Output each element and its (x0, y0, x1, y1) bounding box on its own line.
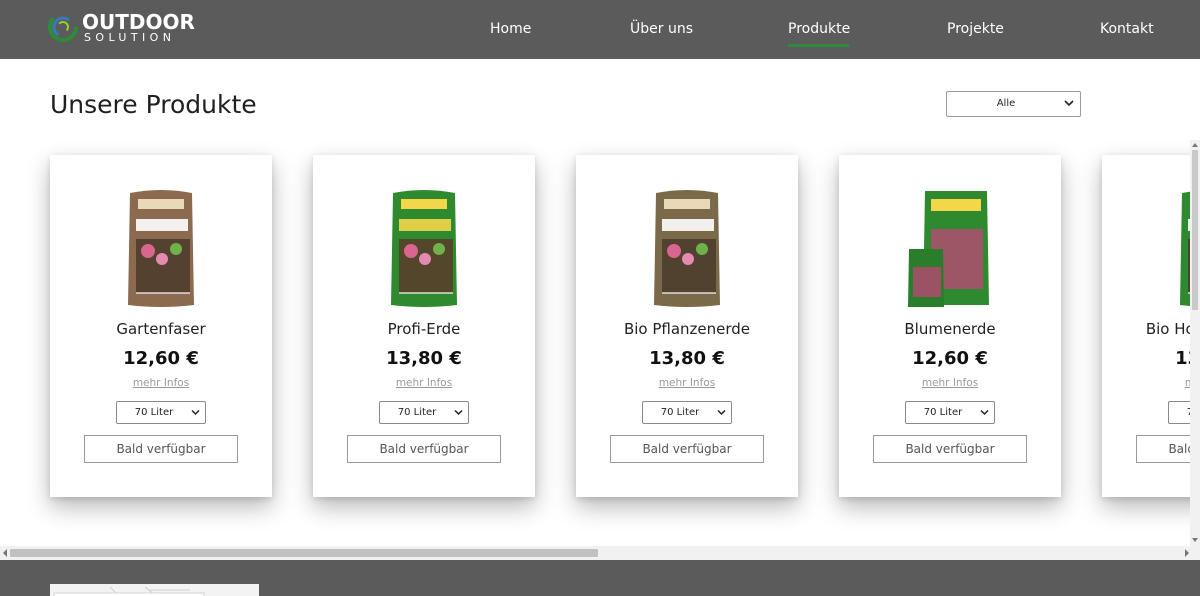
product-image (313, 189, 535, 309)
availability-button[interactable]: Bald verfügbar (873, 435, 1027, 463)
size-selected-value: 70 Liter (134, 407, 174, 418)
product-card: Bio Pflanzenerde 13,80 € mehr Infos 70 L… (576, 155, 798, 497)
more-info-link[interactable]: mehr Infos (839, 377, 1061, 389)
horizontal-scroll-thumb[interactable] (10, 549, 598, 557)
size-selected-value: 70 Liter (923, 407, 963, 418)
product-price: 12,60 € (912, 348, 988, 369)
product-card: Bio Hochbeeterde 13,80 € mehr Infos 70 L… (1102, 155, 1200, 497)
horizontal-scrollbar[interactable] (0, 546, 1200, 560)
product-price: 12,60 € (123, 348, 199, 369)
product-price: 13,80 € (649, 348, 725, 369)
product-name: Bio Hochbeeterde (1145, 320, 1200, 338)
chevron-down-icon (454, 409, 463, 416)
size-select[interactable]: 70 Liter (379, 401, 469, 424)
size-select[interactable]: 70 Liter (642, 401, 732, 424)
chevron-down-icon (717, 409, 726, 416)
map-roads-icon (53, 586, 205, 596)
availability-button[interactable]: Bald verfügbar (84, 435, 238, 463)
soil-bag-icon (1180, 190, 1200, 307)
product-name: Blumenerde (904, 320, 996, 338)
logo-text-solution: SOLUTION (84, 31, 176, 44)
vertical-scroll-thumb[interactable] (1192, 150, 1198, 310)
soil-bag-icon (908, 191, 989, 307)
filter-selected-value: Alle (996, 98, 1016, 109)
product-image (839, 189, 1061, 309)
soil-bag-icon (654, 190, 720, 307)
more-info-link[interactable]: mehr Infos (313, 377, 535, 389)
soil-bag-icon (128, 190, 194, 307)
availability-button[interactable]: Bald verfügbar (347, 435, 501, 463)
nav-produkte[interactable]: Produkte (788, 20, 850, 38)
more-info-link[interactable]: mehr Infos (50, 377, 272, 389)
site-footer (0, 560, 1200, 596)
product-card: Blumenerde 12,60 € mehr Infos 70 Liter B… (839, 155, 1061, 497)
product-image (1102, 189, 1200, 309)
nav-projekte[interactable]: Projekte (947, 20, 1004, 38)
product-card: Profi-Erde 13,80 € mehr Infos 70 Liter B… (313, 155, 535, 497)
chevron-down-icon (191, 409, 200, 416)
scroll-up-arrow-icon[interactable] (1192, 142, 1198, 148)
product-price: 13,80 € (1175, 348, 1200, 369)
product-name: Gartenfaser (116, 320, 206, 338)
scroll-right-arrow-icon[interactable] (1184, 549, 1190, 557)
product-image (50, 189, 272, 309)
chevron-down-icon (1064, 100, 1074, 107)
category-filter-select[interactable]: Alle (946, 91, 1081, 117)
nav-kontakt[interactable]: Kontakt (1100, 20, 1154, 38)
product-image (576, 189, 798, 309)
logo-text-outdoor: OUTDOOR (82, 10, 195, 34)
soil-bag-icon (391, 190, 457, 307)
size-select[interactable]: 70 Liter (116, 401, 206, 424)
footer-map[interactable] (50, 584, 259, 596)
nav-ueber-uns[interactable]: Über uns (630, 20, 693, 38)
availability-button[interactable]: Bald verfügbar (610, 435, 764, 463)
size-selected-value: 70 Liter (660, 407, 700, 418)
nav-active-indicator (788, 44, 849, 47)
scroll-left-arrow-icon[interactable] (2, 549, 8, 557)
logo[interactable]: OUTDOOR SOLUTION (48, 10, 195, 46)
more-info-link[interactable]: mehr Infos (576, 377, 798, 389)
product-carousel[interactable]: Gartenfaser 12,60 € mehr Infos 70 Liter … (0, 140, 1200, 546)
product-name: Bio Pflanzenerde (623, 320, 751, 338)
size-select[interactable]: 70 Liter (905, 401, 995, 424)
site-header: OUTDOOR SOLUTION Home Über uns Produkte … (0, 0, 1200, 59)
vertical-scrollbar[interactable] (1190, 140, 1200, 546)
scroll-down-arrow-icon[interactable] (1192, 537, 1198, 543)
more-info-link[interactable]: mehr Infos (1102, 377, 1200, 389)
chevron-down-icon (980, 409, 989, 416)
page-title: Unsere Produkte (50, 90, 257, 119)
nav-home[interactable]: Home (490, 20, 531, 38)
product-price: 13,80 € (386, 348, 462, 369)
logo-swirl-icon (48, 12, 78, 42)
size-selected-value: 70 Liter (397, 407, 437, 418)
product-name: Profi-Erde (387, 320, 461, 338)
product-card: Gartenfaser 12,60 € mehr Infos 70 Liter … (50, 155, 272, 497)
